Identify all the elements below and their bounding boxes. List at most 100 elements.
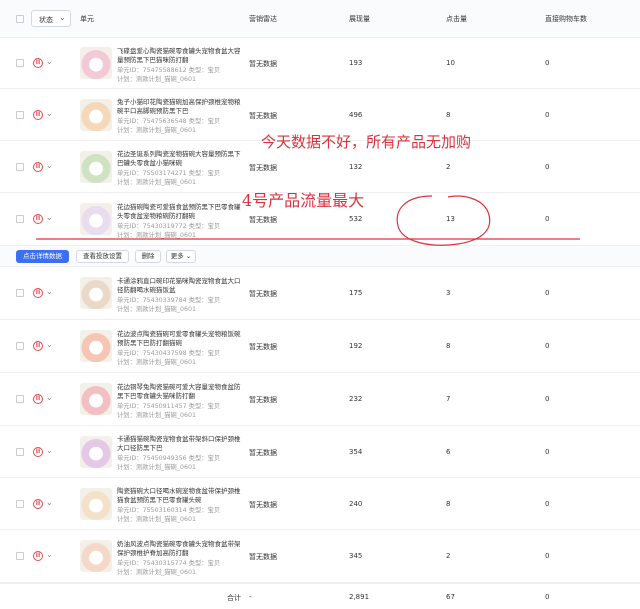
- chevron-down-icon[interactable]: ⌄: [46, 213, 53, 222]
- cart-value: 0: [545, 215, 550, 223]
- clicks-value: 10: [446, 59, 455, 67]
- product-name-link[interactable]: 花边铜琴兔陶瓷猫碗可爱大容量宠物食盆防黑下巴零食罐头猫咪防打翻: [117, 383, 243, 401]
- view-detail-data-button[interactable]: 点击详情数据: [16, 250, 69, 263]
- column-header-impressions[interactable]: 展现量: [349, 14, 370, 24]
- product-thumbnail[interactable]: [80, 435, 112, 468]
- paused-status-icon[interactable]: II: [33, 58, 43, 68]
- chevron-down-icon[interactable]: ⌄: [46, 57, 53, 66]
- total-cart: 0: [545, 592, 550, 601]
- radar-value: 暂无数据: [249, 163, 277, 172]
- product-thumbnail[interactable]: [80, 330, 112, 362]
- clicks-value: 13: [446, 215, 455, 223]
- product-name-link[interactable]: 花边圣诞系列陶瓷宠物猫碗大容量预防黑下巴罐头零食盆小猫咪碗: [117, 150, 243, 168]
- chevron-down-icon[interactable]: ⌄: [46, 340, 53, 349]
- chevron-down-icon[interactable]: ⌄: [46, 161, 53, 170]
- paused-status-icon[interactable]: II: [33, 446, 43, 457]
- product-name-link[interactable]: 花边猫碗陶瓷可爱猫食盆预防黑下巴零食罐头零食盆宠物粮碗防打翻碗: [117, 203, 243, 221]
- product-thumbnail[interactable]: [80, 203, 112, 235]
- impressions-value: 175: [349, 289, 363, 297]
- impressions-value: 354: [349, 447, 363, 456]
- clicks-value: 8: [446, 110, 451, 119]
- row-checkbox[interactable]: [16, 289, 24, 297]
- product-thumbnail[interactable]: [80, 277, 112, 309]
- clicks-value: 8: [446, 342, 451, 350]
- chevron-down-icon[interactable]: ⌄: [46, 287, 53, 296]
- chevron-down-icon[interactable]: ⌄: [46, 498, 53, 507]
- product-thumbnail[interactable]: [80, 487, 112, 520]
- product-thumbnail[interactable]: [80, 540, 112, 572]
- table-row[interactable]: II ⌄ 奶油风波点陶瓷猫碗零食罐头宠物食盆带架保护颈椎护脊加高防打翻 单元ID：75…: [0, 530, 640, 583]
- clicks-value: 7: [446, 395, 451, 403]
- product-name-link[interactable]: 飞碟盘爱心陶瓷猫碗零食罐头宠物食盆大容量预防黑下巴猫咪防打翻: [117, 47, 243, 65]
- product-name-link[interactable]: 花边波点陶瓷猫碗可爱零食罐头宠物粮饭碗预防黑下巴防打翻猫碗: [117, 330, 243, 348]
- paused-status-icon[interactable]: II: [33, 498, 43, 509]
- table-header: 状态 ⌄ 单元 营销雷达 展现量 点击量 直接购物车数: [0, 0, 640, 38]
- paused-status-icon[interactable]: II: [33, 288, 43, 298]
- radar-value: 暂无数据: [249, 396, 277, 404]
- chevron-down-icon: ⌄: [183, 252, 192, 260]
- total-impressions: 2,891: [349, 592, 370, 601]
- column-header-cart[interactable]: 直接购物车数: [545, 14, 587, 24]
- product-name-link[interactable]: 兔子小猫印花陶瓷猫碗加高保护颈椎宠物粮碗平口高脚碗预防黑下巴: [117, 98, 243, 116]
- paused-status-icon[interactable]: II: [33, 161, 43, 172]
- row-checkbox[interactable]: [16, 162, 24, 171]
- impressions-value: 193: [349, 59, 363, 67]
- table-row[interactable]: II ⌄ 陶瓷猫碗大口径喝水碗宠物食盆带保护颈椎猫食盆预防黑下巴零食罐头碗 单元ID：…: [0, 478, 640, 530]
- plan-name-text: 计划：测款计划_猫碗_0601: [117, 231, 196, 239]
- cart-value: 0: [545, 59, 550, 67]
- plan-name-text: 计划：测款计划_猫碗_0601: [117, 179, 196, 186]
- impressions-value: 192: [349, 342, 363, 350]
- row-checkbox[interactable]: [16, 447, 24, 456]
- cart-value: 0: [545, 162, 550, 171]
- delete-button[interactable]: 删除: [135, 250, 161, 263]
- cart-value: 0: [545, 499, 550, 508]
- column-header-clicks[interactable]: 点击量: [446, 14, 467, 24]
- radar-value: 暂无数据: [249, 500, 277, 509]
- product-name-link[interactable]: 卡通猫猫碗陶瓷宠物食盆带架斜口保护颈椎大口径防黑下巴: [117, 435, 243, 453]
- product-name-link[interactable]: 卡通涂鸦直口碗印花猫咪陶瓷宠物食盆大口径防翻喝水碗猫饭盆: [117, 277, 243, 295]
- row-checkbox[interactable]: [16, 395, 24, 403]
- select-all-checkbox[interactable]: [16, 15, 24, 23]
- radar-value: 暂无数据: [249, 290, 277, 298]
- paused-status-icon[interactable]: II: [33, 394, 43, 404]
- view-delivery-settings-button[interactable]: 查看投放设置: [76, 250, 129, 263]
- plan-name-text: 计划：测款计划_猫碗_0601: [117, 127, 196, 134]
- table-row[interactable]: II ⌄ 卡通猫猫碗陶瓷宠物食盆带架斜口保护颈椎大口径防黑下巴 单元ID：754509…: [0, 426, 640, 478]
- row-action-bar: 点击详情数据 查看投放设置 删除 更多 ⌄: [0, 246, 640, 267]
- row-checkbox[interactable]: [16, 552, 24, 560]
- row-checkbox[interactable]: [16, 110, 24, 119]
- product-thumbnail[interactable]: [80, 150, 112, 183]
- status-filter-label: 状态: [39, 16, 53, 24]
- total-label: 合计: [227, 593, 241, 602]
- product-thumbnail[interactable]: [80, 98, 112, 131]
- row-checkbox[interactable]: [16, 342, 24, 350]
- paused-status-icon[interactable]: II: [33, 109, 43, 120]
- paused-status-icon[interactable]: II: [33, 551, 43, 561]
- plan-name-text: 计划：测款计划_猫碗_0601: [117, 411, 196, 419]
- table-row[interactable]: II ⌄ 卡通涂鸦直口碗印花猫咪陶瓷宠物食盆大口径防翻喝水碗猫饭盆 单元ID：7543…: [0, 267, 640, 320]
- status-filter-dropdown[interactable]: 状态 ⌄: [31, 10, 71, 27]
- chevron-down-icon[interactable]: ⌄: [46, 109, 53, 118]
- row-checkbox[interactable]: [16, 215, 24, 223]
- annotation-note-top-traffic: 4号产品流量最大: [242, 191, 365, 210]
- cart-value: 0: [545, 447, 550, 456]
- clicks-value: 6: [446, 447, 451, 456]
- product-thumbnail[interactable]: [80, 47, 112, 79]
- row-checkbox[interactable]: [16, 59, 24, 67]
- paused-status-icon[interactable]: II: [33, 214, 43, 224]
- column-header-unit: 单元: [80, 15, 94, 23]
- product-thumbnail[interactable]: [80, 383, 112, 415]
- table-row[interactable]: II ⌄ 飞碟盘爱心陶瓷猫碗零食罐头宠物食盆大容量预防黑下巴猫咪防打翻 单元ID：75…: [0, 38, 640, 89]
- impressions-value: 240: [349, 499, 363, 508]
- chevron-down-icon[interactable]: ⌄: [46, 393, 53, 402]
- column-header-radar: 营销雷达: [249, 15, 277, 23]
- row-checkbox[interactable]: [16, 499, 24, 508]
- product-name-link[interactable]: 奶油风波点陶瓷猫碗零食罐头宠物食盆带架保护颈椎护脊加高防打翻: [117, 540, 243, 558]
- more-dropdown-button[interactable]: 更多 ⌄: [166, 250, 196, 263]
- chevron-down-icon[interactable]: ⌄: [46, 550, 53, 559]
- table-row[interactable]: II ⌄ 花边铜琴兔陶瓷猫碗可爱大容量宠物食盆防黑下巴零食罐头猫咪防打翻 单元ID：7…: [0, 373, 640, 426]
- table-row[interactable]: II ⌄ 花边波点陶瓷猫碗可爱零食罐头宠物粮饭碗预防黑下巴防打翻猫碗 单元ID：754…: [0, 320, 640, 373]
- product-name-link[interactable]: 陶瓷猫碗大口径喝水碗宠物食盆带保护颈椎猫食盆预防黑下巴零食罐头碗: [117, 487, 243, 505]
- chevron-down-icon[interactable]: ⌄: [46, 446, 53, 455]
- paused-status-icon[interactable]: II: [33, 341, 43, 351]
